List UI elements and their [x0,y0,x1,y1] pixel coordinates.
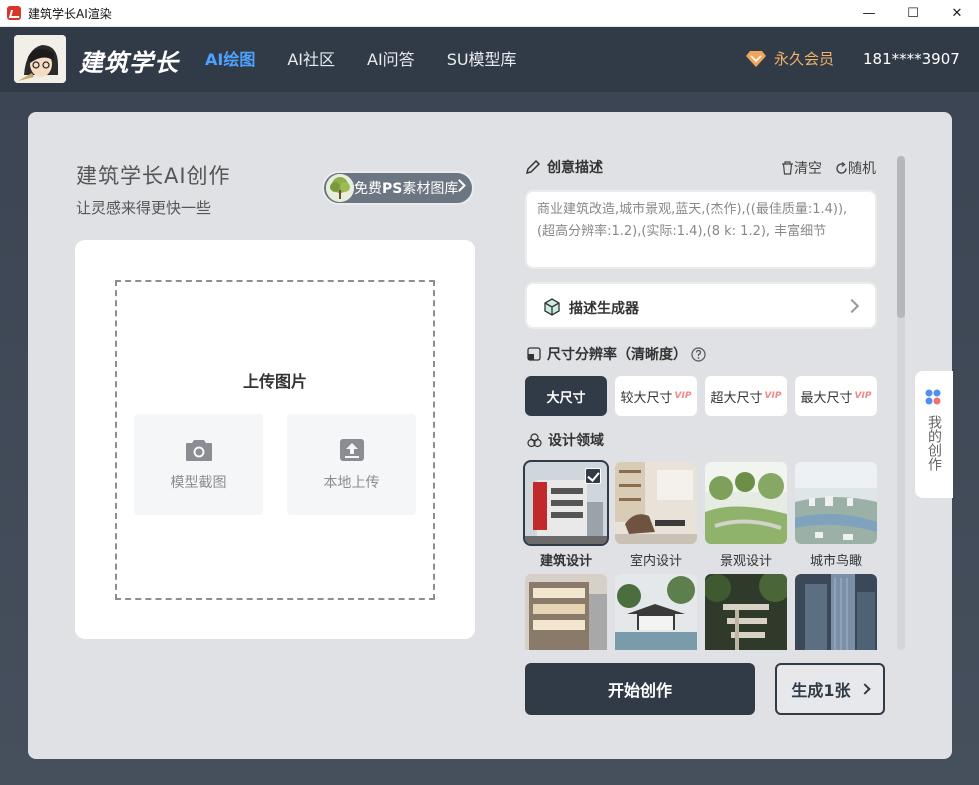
domain-tile-chinese-garden[interactable] [615,574,697,650]
vip-tag: VIP [764,391,782,401]
prompt-section-label: 创意描述 [547,160,603,176]
size-option-label: 超大尺寸 [710,390,763,406]
clear-label: 清空 [794,161,822,177]
nav-ai-community[interactable]: AI社区 [287,47,335,73]
upload-card: 上传图片 模型截图 本地上传 [75,240,475,639]
model-capture-label: 模型截图 [170,475,227,491]
size-option-label: 最大尺寸 [800,390,853,406]
clear-button[interactable]: 清空 [781,158,822,178]
main-nav: AI绘图 AI社区 AI问答 SU模型库 [205,47,549,73]
cube-icon [544,298,560,316]
camera-icon [185,440,212,461]
domain-label-landscape: 景观设计 [719,554,772,569]
local-upload-button[interactable]: 本地上传 [287,414,416,515]
ps-button-label: 免费PS素材图库 [354,181,459,197]
ps-material-library-button[interactable]: 免费PS素材图库 [322,171,474,205]
domain-tile-highrise[interactable] [795,574,877,650]
brand-avatar [14,35,66,83]
commercial-thumbnail [525,574,607,650]
forest-villa-thumbnail [705,574,787,650]
check-icon [585,468,601,484]
membership-label: 永久会员 [774,50,835,68]
generate-count-button[interactable]: 生成1张 [775,663,885,715]
page-title: 建筑学长AI创作 [76,164,231,188]
domain-section-label: 设计领域 [548,433,604,449]
my-creations-tab[interactable]: 我的创作 [915,371,953,498]
my-creations-label: 我的创作 [926,415,942,471]
diamond-icon [746,50,766,67]
size-section-label: 尺寸分辨率（清晰度） [547,347,687,363]
close-icon: ✕ [951,6,963,21]
domain-tile-forest-villa[interactable] [705,574,787,650]
circles-icon [527,432,542,447]
size-option-max[interactable]: 最大尺寸 VIP [795,376,877,416]
highrise-thumbnail [795,574,877,650]
domain-tile-landscape[interactable] [705,462,787,544]
apps-icon [925,389,941,405]
tree-icon [326,174,354,202]
upload-icon [339,439,364,461]
minimize-button[interactable]: — [847,0,891,27]
vip-tag: VIP [854,391,872,401]
random-label: 随机 [848,161,876,177]
prompt-generator-button[interactable]: 描述生成器 [525,282,877,329]
domain-tile-architecture[interactable] [523,460,609,546]
vip-tag: VIP [674,391,692,401]
pencil-icon [525,159,541,175]
domain-tile-commercial[interactable] [525,574,607,650]
trash-icon [782,161,793,175]
chevron-right-icon [844,298,860,314]
title-bar: 建筑学长AI渲染 — ☐ ✕ [0,0,979,27]
chinese-garden-thumbnail [615,574,697,650]
upload-title: 上传图片 [242,372,307,391]
size-option-label: 较大尺寸 [620,390,673,406]
brand-name: 建筑学长 [79,49,179,77]
maximize-icon: ☐ [907,6,919,21]
random-button[interactable]: 随机 [835,158,876,178]
window-title: 建筑学长AI渲染 [28,6,112,21]
minimize-icon: — [862,6,876,21]
prompt-generator-label: 描述生成器 [569,301,639,317]
domain-section-title: 设计领域 [527,430,604,450]
brand-avatar-icon [14,35,66,83]
refresh-icon [836,161,847,174]
scrollbar-thumb[interactable] [897,156,905,318]
prompt-section-title: 创意描述 [525,157,603,177]
interior-thumbnail [615,462,697,544]
size-option-large[interactable]: 大尺寸 [525,376,607,416]
membership-badge[interactable]: 永久会员 [746,48,834,69]
user-phone[interactable]: 181****3907 [863,50,960,68]
domain-tile-interior[interactable] [615,462,697,544]
prompt-textarea[interactable]: 商业建筑改造,城市景观,蓝天,(杰作),((最佳质量:1.4)),(超高分辨率:… [525,190,877,269]
chevron-right-icon [858,683,871,695]
app-logo-icon [7,6,21,20]
domain-label-city-aerial: 城市鸟瞰 [809,554,862,569]
generate-count-label: 生成1张 [791,681,851,700]
resize-icon [527,347,541,361]
start-creation-button[interactable]: 开始创作 [525,663,755,715]
domain-label-architecture: 建筑设计 [539,554,592,569]
maximize-button[interactable]: ☐ [891,0,935,27]
city-aerial-thumbnail [795,462,877,544]
page-subtitle: 让灵感来得更快一些 [76,199,212,217]
model-capture-button[interactable]: 模型截图 [134,414,263,515]
size-option-extra-large[interactable]: 超大尺寸 VIP [705,376,787,416]
help-icon[interactable] [691,346,706,362]
app-header: 建筑学长 AI绘图 AI社区 AI问答 SU模型库 永久会员 181****39… [0,27,979,92]
local-upload-label: 本地上传 [323,475,380,491]
size-option-larger[interactable]: 较大尺寸 VIP [615,376,697,416]
nav-ai-qa[interactable]: AI问答 [367,47,415,73]
size-option-label: 大尺寸 [546,390,586,406]
domain-label-interior: 室内设计 [629,554,682,569]
size-section-title: 尺寸分辨率（清晰度） [527,344,712,364]
close-button[interactable]: ✕ [935,0,979,27]
landscape-thumbnail [705,462,787,544]
nav-ai-drawing[interactable]: AI绘图 [205,47,255,73]
window-controls: — ☐ ✕ [847,0,979,27]
domain-tile-city-aerial[interactable] [795,462,877,544]
main-panel: 建筑学长AI创作 让灵感来得更快一些 免费PS素材图库 上传图片 模型截图 本地… [28,112,952,759]
nav-su-model-library[interactable]: SU模型库 [447,47,517,73]
